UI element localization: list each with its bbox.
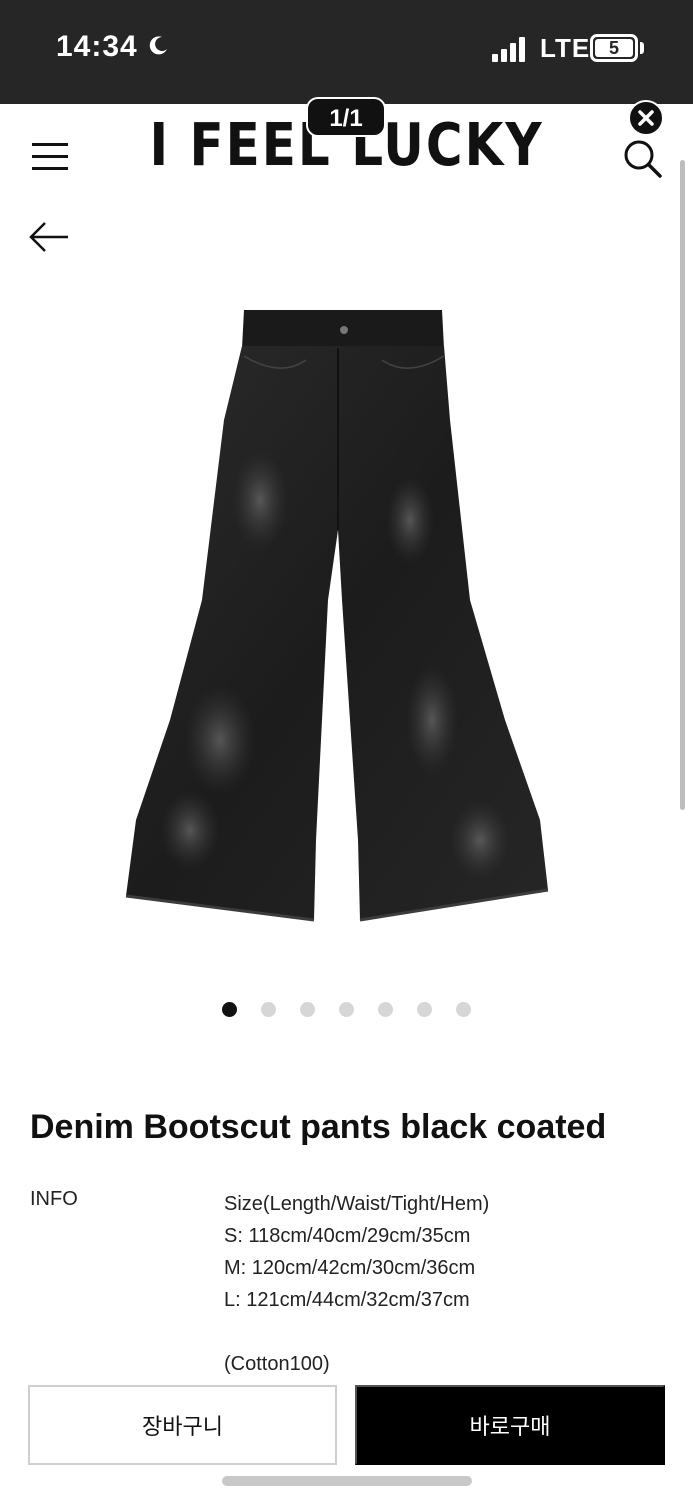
add-to-cart-button[interactable]: 장바구니 [28,1385,337,1465]
pager-dot[interactable] [456,1002,471,1017]
status-bar: 14:34 LTE 5 [0,0,693,104]
size-info-line: Size(Length/Waist/Tight/Hem) [224,1193,490,1215]
home-indicator[interactable] [222,1476,472,1486]
pager-dot[interactable] [261,1002,276,1017]
size-info-line: S: 118cm/40cm/29cm/35cm [224,1225,471,1247]
product-title: Denim Bootscut pants black coated [30,1108,607,1146]
buy-now-button[interactable]: 바로구매 [355,1385,665,1465]
material-info: (Cotton100) [224,1353,330,1375]
battery-level: 5 [595,39,633,57]
search-icon[interactable] [622,138,662,178]
scrollbar[interactable] [680,160,685,810]
info-label: INFO [30,1188,78,1210]
pager-dot[interactable] [300,1002,315,1017]
size-info: Size(Length/Waist/Tight/Hem) S: 118cm/40… [224,1188,489,1380]
close-icon [638,110,654,126]
size-info-line: L: 121cm/44cm/32cm/37cm [224,1289,470,1311]
battery-icon: 5 [590,34,638,62]
gallery-pager [222,1002,471,1017]
pager-dot[interactable] [417,1002,432,1017]
battery-nub [640,42,644,54]
network-label: LTE [540,33,591,63]
image-counter: 1/1 [306,97,386,137]
moon-icon [149,36,167,55]
status-time: 14:34 [56,30,138,63]
pager-dot[interactable] [378,1002,393,1017]
pager-dot[interactable] [339,1002,354,1017]
close-button[interactable] [628,100,664,136]
size-info-line: M: 120cm/42cm/30cm/36cm [224,1257,476,1279]
back-arrow-icon[interactable] [28,220,70,254]
signal-icon [492,37,525,62]
product-image[interactable] [110,300,570,940]
pager-dot[interactable] [222,1002,237,1017]
